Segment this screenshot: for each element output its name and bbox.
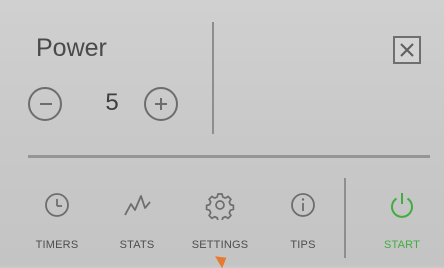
power-title: Power	[36, 34, 107, 62]
nav-item-tips[interactable]: TIPS	[265, 184, 341, 256]
nav-item-stats[interactable]: STATS	[99, 184, 175, 256]
nav-item-settings[interactable]: SETTINGS	[182, 184, 258, 256]
nav-label-start: START	[383, 239, 421, 251]
power-icon	[391, 193, 413, 218]
power-value: 5	[105, 89, 119, 116]
gear-icon	[205, 193, 235, 220]
vertical-divider	[212, 22, 214, 134]
nav-label-timers: TIMERS	[35, 239, 79, 251]
nav-label-settings: SETTINGS	[191, 239, 249, 251]
info-icon	[291, 193, 315, 217]
horizontal-divider	[28, 155, 430, 158]
minus-icon	[40, 103, 52, 105]
nav-divider	[344, 178, 346, 258]
nav-label-stats: STATS	[119, 239, 155, 251]
plus-icon	[155, 98, 167, 110]
start-button[interactable]: START	[364, 184, 440, 256]
clock-icon	[45, 193, 69, 217]
decrease-power-button[interactable]	[28, 87, 62, 121]
increase-power-button[interactable]	[144, 87, 178, 121]
nav-label-tips: TIPS	[290, 239, 316, 251]
close-button[interactable]	[393, 36, 421, 64]
close-icon	[400, 43, 414, 57]
nav-item-timers[interactable]: TIMERS	[19, 184, 95, 256]
zigzag-chart-icon	[124, 195, 151, 216]
control-panel: Power 5 TIMERS STATS SETTINGS TIPS START	[0, 0, 444, 268]
